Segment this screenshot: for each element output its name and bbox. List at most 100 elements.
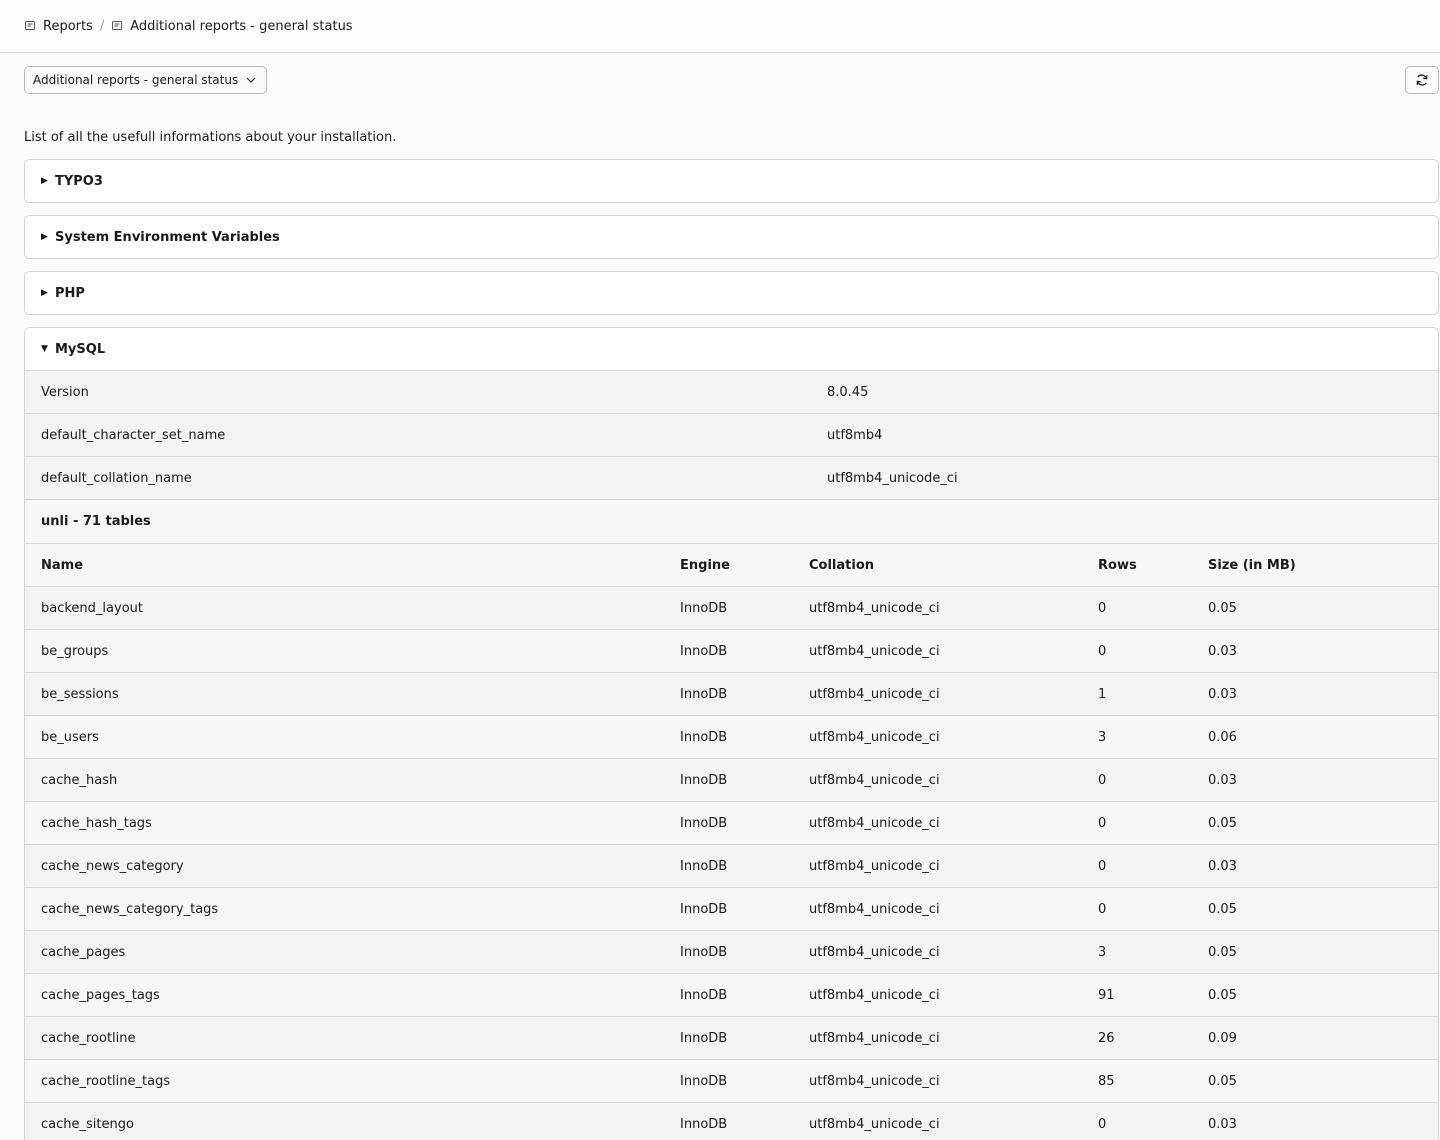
table-header-row: Name Engine Collation Rows Size (in MB)	[25, 543, 1438, 586]
table-row: cache_rootline InnoDB utf8mb4_unicode_ci 26…	[25, 1016, 1438, 1059]
cell-name: cache_sitengo	[41, 1116, 134, 1132]
cell-name: cache_hash	[41, 772, 118, 788]
section-toggle-typo3[interactable]: ▶ TYPO3	[25, 160, 1438, 202]
report-select[interactable]: Additional reports - general status	[24, 66, 268, 94]
cell-name: be_groups	[41, 643, 109, 659]
cell-rows: 0	[1098, 600, 1107, 616]
breadcrumb-label: Additional reports - general status	[130, 18, 353, 34]
cell-collation: utf8mb4_unicode_ci	[809, 686, 940, 702]
cell-collation: utf8mb4_unicode_ci	[809, 944, 940, 960]
cell-name: be_sessions	[41, 686, 119, 702]
breadcrumb: Reports / Additional reports - general s…	[0, 0, 1440, 53]
cell-name: cache_news_category_tags	[41, 901, 219, 917]
section-php: ▶ PHP	[24, 271, 1439, 315]
table-row: cache_news_category_tags InnoDB utf8mb4_un…	[25, 887, 1438, 930]
cell-size: 0.03	[1208, 643, 1237, 659]
breadcrumb-separator: /	[99, 18, 105, 34]
cell-collation: utf8mb4_unicode_ci	[809, 815, 940, 831]
cell-engine: InnoDB	[680, 600, 728, 616]
cell-size: 0.05	[1208, 901, 1237, 917]
cell-rows: 1	[1098, 686, 1107, 702]
breadcrumb-item-reports[interactable]: Reports	[24, 19, 93, 34]
property-key: default_collation_name	[41, 470, 192, 486]
cell-rows: 26	[1098, 1030, 1115, 1046]
table-row: be_users InnoDB utf8mb4_unicode_ci 3 0.06	[25, 715, 1438, 758]
cell-size: 0.05	[1208, 987, 1237, 1003]
cell-engine: InnoDB	[680, 944, 728, 960]
section-title: MySQL	[55, 341, 106, 357]
cell-engine: InnoDB	[680, 901, 728, 917]
cell-collation: utf8mb4_unicode_ci	[809, 600, 940, 616]
section-title: PHP	[55, 285, 85, 301]
section-title: TYPO3	[55, 173, 103, 189]
table-row: cache_sitengo InnoDB utf8mb4_unicode_ci 0 0.…	[25, 1102, 1438, 1140]
cell-rows: 3	[1098, 729, 1107, 745]
mysql-property-row: Version 8.0.45	[25, 370, 1438, 413]
cell-size: 0.05	[1208, 1073, 1237, 1089]
table-row: cache_rootline_tags InnoDB utf8mb4_unicode…	[25, 1059, 1438, 1102]
property-key: Version	[41, 384, 89, 400]
cell-size: 0.03	[1208, 1116, 1237, 1132]
cell-engine: InnoDB	[680, 987, 728, 1003]
cell-size: 0.05	[1208, 944, 1237, 960]
property-value: utf8mb4_unicode_ci	[827, 470, 958, 486]
section-toggle-system-environment-variables[interactable]: ▶ System Environment Variables	[25, 216, 1438, 258]
cell-rows: 0	[1098, 858, 1107, 874]
property-value: utf8mb4	[827, 427, 883, 443]
cell-engine: InnoDB	[680, 729, 728, 745]
caret-down-icon: ▼	[41, 344, 48, 354]
refresh-icon	[1416, 74, 1428, 86]
cell-engine: InnoDB	[680, 1073, 728, 1089]
section-mysql: ▼ MySQL Version 8.0.45 default_character…	[24, 327, 1439, 1140]
table-row: be_groups InnoDB utf8mb4_unicode_ci 0 0.03	[25, 629, 1438, 672]
table-row: cache_pages_tags InnoDB utf8mb4_unicode_ci…	[25, 973, 1438, 1016]
property-value: 8.0.45	[827, 384, 869, 400]
cell-collation: utf8mb4_unicode_ci	[809, 1073, 940, 1089]
cell-engine: InnoDB	[680, 686, 728, 702]
table-row: cache_hash_tags InnoDB utf8mb4_unicode_ci 0…	[25, 801, 1438, 844]
report-icon	[25, 21, 35, 30]
section-typo3: ▶ TYPO3	[24, 159, 1439, 203]
database-title: unli - 71 tables	[25, 499, 1438, 543]
cell-name: cache_pages	[41, 944, 126, 960]
cell-rows: 0	[1098, 815, 1107, 831]
cell-name: cache_pages_tags	[41, 987, 160, 1003]
cell-size: 0.03	[1208, 686, 1237, 702]
mysql-property-row: default_character_set_name utf8mb4	[25, 413, 1438, 456]
cell-name: backend_layout	[41, 600, 143, 616]
caret-right-icon: ▶	[41, 176, 48, 186]
cell-name: cache_news_category	[41, 858, 184, 874]
report-select-value: Additional reports - general status	[33, 73, 239, 87]
column-header-engine: Engine	[680, 557, 730, 573]
chevron-down-icon	[246, 77, 256, 83]
cell-name: cache_hash_tags	[41, 815, 152, 831]
section-toggle-mysql[interactable]: ▼ MySQL	[25, 328, 1438, 370]
refresh-button[interactable]	[1405, 66, 1439, 94]
toolbar: Additional reports - general status	[0, 53, 1440, 107]
cell-rows: 0	[1098, 901, 1107, 917]
cell-collation: utf8mb4_unicode_ci	[809, 772, 940, 788]
cell-engine: InnoDB	[680, 643, 728, 659]
section-toggle-php[interactable]: ▶ PHP	[25, 272, 1438, 314]
cell-rows: 91	[1098, 987, 1115, 1003]
column-header-name: Name	[41, 557, 84, 573]
report-icon	[112, 21, 123, 30]
cell-rows: 3	[1098, 944, 1107, 960]
table-body: backend_layout InnoDB utf8mb4_unicode_ci 0 0…	[25, 586, 1438, 1140]
cell-engine: InnoDB	[680, 772, 728, 788]
cell-size: 0.06	[1208, 729, 1237, 745]
cell-collation: utf8mb4_unicode_ci	[809, 901, 940, 917]
cell-name: cache_rootline_tags	[41, 1073, 171, 1089]
column-header-rows: Rows	[1098, 557, 1137, 573]
table-row: cache_news_category InnoDB utf8mb4_unicode…	[25, 844, 1438, 887]
table-row: cache_pages InnoDB utf8mb4_unicode_ci 3 0.05	[25, 930, 1438, 973]
cell-collation: utf8mb4_unicode_ci	[809, 1116, 940, 1132]
cell-rows: 85	[1098, 1073, 1115, 1089]
column-header-collation: Collation	[809, 557, 875, 573]
cell-collation: utf8mb4_unicode_ci	[809, 858, 940, 874]
cell-size: 0.03	[1208, 858, 1237, 874]
cell-name: cache_rootline	[41, 1030, 136, 1046]
cell-engine: InnoDB	[680, 815, 728, 831]
cell-name: be_users	[41, 729, 99, 745]
cell-collation: utf8mb4_unicode_ci	[809, 729, 940, 745]
